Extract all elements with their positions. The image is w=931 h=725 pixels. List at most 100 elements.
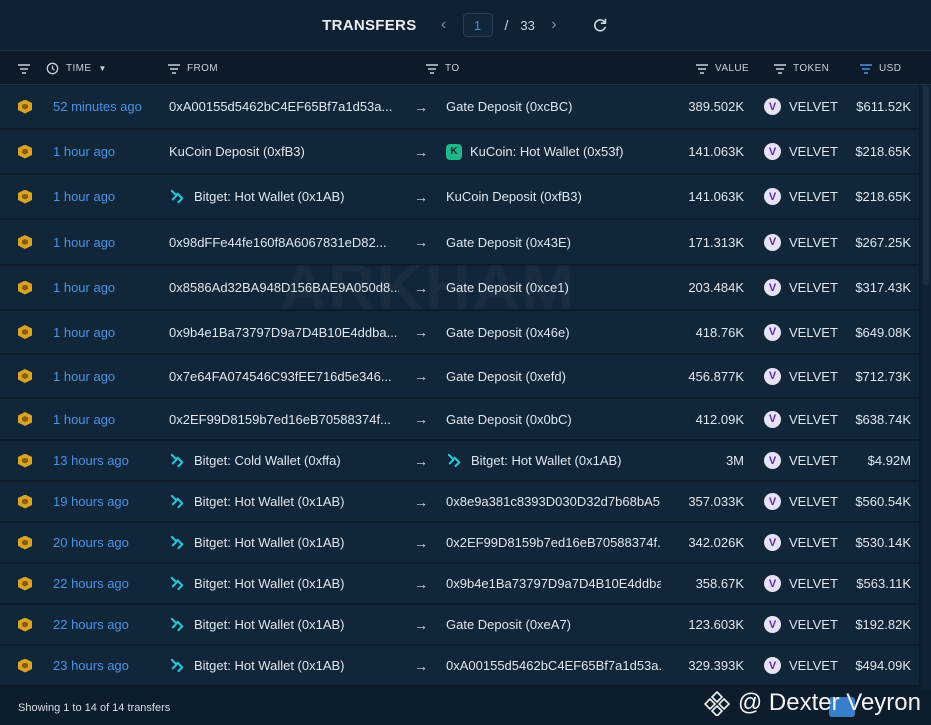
to-column-header[interactable]: TO: [426, 51, 460, 86]
time-cell[interactable]: 23 hours ago: [53, 646, 129, 685]
token-symbol[interactable]: VELVET: [789, 576, 838, 591]
from-address[interactable]: 0x98dFFe44fe160f8A6067831eD82...: [169, 235, 387, 250]
to-cell[interactable]: KuCoin Deposit (0xfB3): [446, 175, 661, 218]
table-row[interactable]: 1 hour ago KuCoin Deposit (0xfB3) → K KuCoin…: [0, 130, 919, 174]
token-cell[interactable]: V VELVET: [764, 175, 838, 218]
from-address[interactable]: 0xA00155d5462bC4EF65Bf7a1d53a...: [169, 99, 392, 114]
from-cell[interactable]: Bitget: Hot Wallet (0x1AB): [169, 482, 399, 521]
table-row[interactable]: 22 hours ago Bitget: Hot Wallet (0x1AB) → G…: [0, 605, 919, 645]
table-row[interactable]: 1 hour ago 0x8586Ad32BA948D156BAE9A050d8.…: [0, 266, 919, 310]
token-symbol[interactable]: VELVET: [789, 189, 838, 204]
from-cell[interactable]: 0x8586Ad32BA948D156BAE9A050d8...: [169, 266, 399, 309]
from-cell[interactable]: 0x98dFFe44fe160f8A6067831eD82...: [169, 220, 399, 264]
table-row[interactable]: 52 minutes ago 0xA00155d5462bC4EF65Bf7a1d…: [0, 85, 919, 129]
to-cell[interactable]: K KuCoin: Hot Wallet (0x53f): [446, 130, 661, 173]
to-address[interactable]: 0xA00155d5462bC4EF65Bf7a1d53a...: [446, 658, 661, 673]
scrollbar[interactable]: [921, 85, 931, 690]
from-address[interactable]: Bitget: Hot Wallet (0x1AB): [194, 535, 345, 550]
page-number-input[interactable]: 1: [462, 13, 493, 37]
to-address[interactable]: Gate Deposit (0xefd): [446, 369, 566, 384]
time-link[interactable]: 22 hours ago: [53, 617, 129, 632]
token-symbol[interactable]: VELVET: [789, 658, 838, 673]
to-cell[interactable]: Bitget: Hot Wallet (0x1AB): [446, 441, 661, 480]
from-cell[interactable]: Bitget: Hot Wallet (0x1AB): [169, 646, 399, 685]
time-cell[interactable]: 1 hour ago: [53, 355, 115, 397]
table-row[interactable]: 1 hour ago 0x7e64FA074546C93fEE716d5e346.…: [0, 355, 919, 398]
from-cell[interactable]: KuCoin Deposit (0xfB3): [169, 130, 399, 173]
time-link[interactable]: 19 hours ago: [53, 494, 129, 509]
to-cell[interactable]: Gate Deposit (0x43E): [446, 220, 661, 264]
token-column-header[interactable]: TOKEN: [774, 51, 829, 86]
token-cell[interactable]: V VELVET: [764, 355, 838, 397]
to-cell[interactable]: Gate Deposit (0x0bC): [446, 399, 661, 439]
from-cell[interactable]: Bitget: Hot Wallet (0x1AB): [169, 175, 399, 218]
token-symbol[interactable]: VELVET: [789, 617, 838, 632]
token-symbol[interactable]: VELVET: [789, 369, 838, 384]
to-address[interactable]: Bitget: Hot Wallet (0x1AB): [471, 453, 622, 468]
filter-all-button[interactable]: [18, 51, 30, 86]
token-cell[interactable]: V VELVET: [764, 523, 838, 562]
token-cell[interactable]: V VELVET: [764, 564, 838, 603]
time-cell[interactable]: 1 hour ago: [53, 399, 115, 439]
time-link[interactable]: 1 hour ago: [53, 189, 115, 204]
time-link[interactable]: 20 hours ago: [53, 535, 129, 550]
token-cell[interactable]: V VELVET: [764, 646, 838, 685]
time-link[interactable]: 22 hours ago: [53, 576, 129, 591]
token-symbol[interactable]: VELVET: [789, 99, 838, 114]
token-cell[interactable]: V VELVET: [764, 85, 838, 128]
time-link[interactable]: 1 hour ago: [53, 325, 115, 340]
time-cell[interactable]: 52 minutes ago: [53, 85, 142, 128]
from-cell[interactable]: 0x2EF99D8159b7ed16eB70588374f...: [169, 399, 399, 439]
from-cell[interactable]: Bitget: Hot Wallet (0x1AB): [169, 564, 399, 603]
from-address[interactable]: Bitget: Hot Wallet (0x1AB): [194, 189, 345, 204]
time-column-header[interactable]: TIME ▼: [46, 51, 107, 86]
from-address[interactable]: 0x7e64FA074546C93fEE716d5e346...: [169, 369, 392, 384]
to-cell[interactable]: 0xA00155d5462bC4EF65Bf7a1d53a...: [446, 646, 661, 685]
from-address[interactable]: Bitget: Hot Wallet (0x1AB): [194, 658, 345, 673]
time-cell[interactable]: 22 hours ago: [53, 605, 129, 644]
from-address[interactable]: 0x2EF99D8159b7ed16eB70588374f...: [169, 412, 391, 427]
time-link[interactable]: 1 hour ago: [53, 412, 115, 427]
to-address[interactable]: KuCoin: Hot Wallet (0x53f): [470, 144, 623, 159]
time-link[interactable]: 1 hour ago: [53, 144, 115, 159]
time-link[interactable]: 1 hour ago: [53, 280, 115, 295]
table-row[interactable]: 20 hours ago Bitget: Hot Wallet (0x1AB) → 0…: [0, 523, 919, 563]
refresh-icon[interactable]: [591, 16, 609, 34]
time-link[interactable]: 1 hour ago: [53, 235, 115, 250]
token-cell[interactable]: V VELVET: [764, 130, 838, 173]
table-row[interactable]: 13 hours ago Bitget: Cold Wallet (0xffa) →…: [0, 441, 919, 481]
to-address[interactable]: Gate Deposit (0x0bC): [446, 412, 572, 427]
table-row[interactable]: 23 hours ago Bitget: Hot Wallet (0x1AB) → 0…: [0, 646, 919, 686]
to-address[interactable]: Gate Deposit (0x43E): [446, 235, 571, 250]
from-cell[interactable]: Bitget: Cold Wallet (0xffa): [169, 441, 399, 480]
to-cell[interactable]: Gate Deposit (0xce1): [446, 266, 661, 309]
to-address[interactable]: 0x8e9a381c8393D030D32d7b68bA5...: [446, 494, 661, 509]
token-cell[interactable]: V VELVET: [764, 266, 838, 309]
to-cell[interactable]: Gate Deposit (0xeA7): [446, 605, 661, 644]
to-address[interactable]: Gate Deposit (0xeA7): [446, 617, 571, 632]
token-cell[interactable]: V VELVET: [764, 482, 838, 521]
value-column-header[interactable]: VALUE: [696, 51, 749, 86]
token-symbol[interactable]: VELVET: [789, 535, 838, 550]
to-address[interactable]: Gate Deposit (0xcBC): [446, 99, 572, 114]
from-address[interactable]: Bitget: Hot Wallet (0x1AB): [194, 617, 345, 632]
time-link[interactable]: 23 hours ago: [53, 658, 129, 673]
table-row[interactable]: 1 hour ago 0x98dFFe44fe160f8A6067831eD82.…: [0, 220, 919, 265]
from-column-header[interactable]: FROM: [168, 51, 218, 86]
from-cell[interactable]: Bitget: Hot Wallet (0x1AB): [169, 605, 399, 644]
to-cell[interactable]: Gate Deposit (0xefd): [446, 355, 661, 397]
token-symbol[interactable]: VELVET: [789, 453, 838, 468]
from-cell[interactable]: 0xA00155d5462bC4EF65Bf7a1d53a...: [169, 85, 399, 128]
time-cell[interactable]: 20 hours ago: [53, 523, 129, 562]
time-cell[interactable]: 13 hours ago: [53, 441, 129, 480]
token-symbol[interactable]: VELVET: [789, 325, 838, 340]
usd-column-header[interactable]: USD: [860, 51, 901, 86]
to-address[interactable]: Gate Deposit (0x46e): [446, 325, 570, 340]
table-row[interactable]: 1 hour ago 0x2EF99D8159b7ed16eB70588374f.…: [0, 399, 919, 440]
token-symbol[interactable]: VELVET: [789, 494, 838, 509]
time-link[interactable]: 13 hours ago: [53, 453, 129, 468]
from-cell[interactable]: 0x9b4e1Ba73797D9a7D4B10E4ddba...: [169, 311, 399, 353]
token-cell[interactable]: V VELVET: [764, 441, 838, 480]
token-symbol[interactable]: VELVET: [789, 412, 838, 427]
table-row[interactable]: 22 hours ago Bitget: Hot Wallet (0x1AB) → 0…: [0, 564, 919, 604]
